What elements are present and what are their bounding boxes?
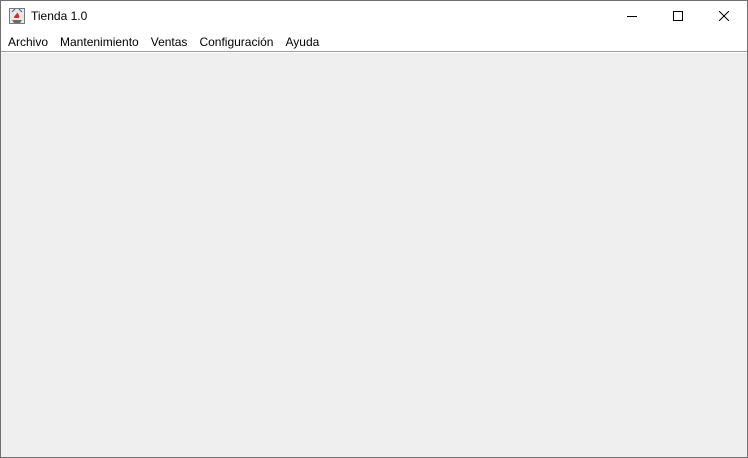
menu-mantenimiento[interactable]: Mantenimiento xyxy=(54,32,145,52)
main-content-area xyxy=(1,53,747,457)
app-window: Tienda 1.0 Archivo Mantenimiento Ventas … xyxy=(0,0,748,458)
menu-ventas[interactable]: Ventas xyxy=(145,32,194,52)
close-icon xyxy=(718,8,730,26)
menu-ayuda[interactable]: Ayuda xyxy=(279,32,325,52)
menu-bar: Archivo Mantenimiento Ventas Configuraci… xyxy=(1,32,747,52)
close-button[interactable] xyxy=(701,1,747,32)
minimize-icon xyxy=(627,8,637,26)
window-title: Tienda 1.0 xyxy=(31,9,88,23)
maximize-button[interactable] xyxy=(655,1,701,32)
menu-configuracion[interactable]: Configuración xyxy=(193,32,279,52)
title-bar[interactable]: Tienda 1.0 xyxy=(1,1,747,32)
maximize-icon xyxy=(673,8,683,26)
minimize-button[interactable] xyxy=(609,1,655,32)
menu-archivo[interactable]: Archivo xyxy=(2,32,54,52)
java-coffee-cup-icon[interactable] xyxy=(9,8,25,24)
